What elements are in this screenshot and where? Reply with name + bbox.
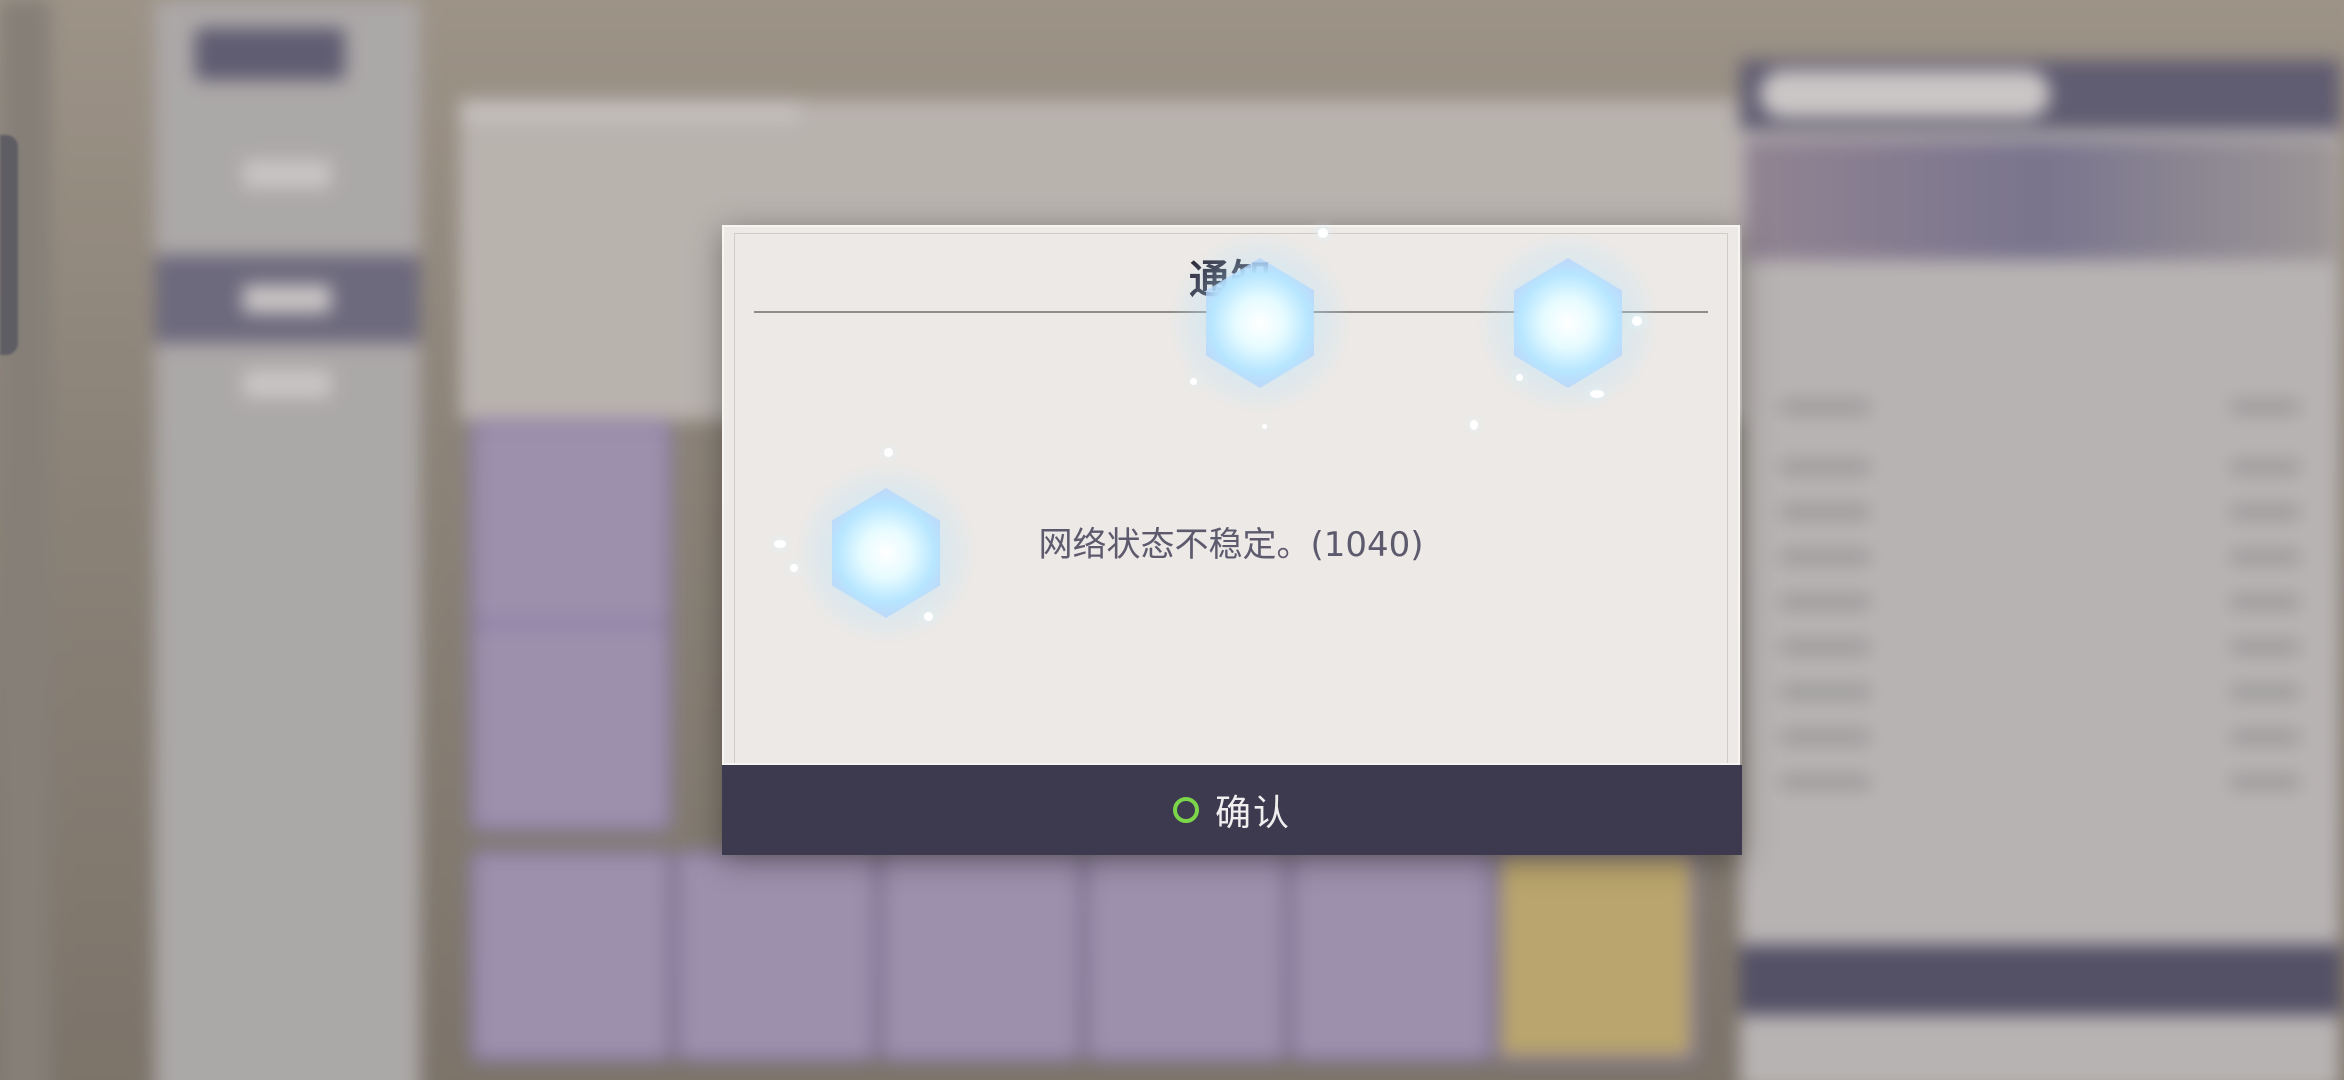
confirm-label: 确认	[1214, 793, 1291, 834]
crystal-icon	[1170, 228, 1350, 418]
sparkle	[790, 564, 798, 572]
sparkle	[884, 448, 893, 457]
sparkle	[1470, 420, 1478, 430]
sparkle	[774, 540, 786, 548]
sparkle	[1190, 378, 1197, 385]
sparkle	[1590, 390, 1604, 398]
crystal-icon	[1478, 228, 1658, 418]
sparkle	[1318, 228, 1328, 238]
sparkle	[1262, 424, 1267, 429]
confirm-button[interactable]: 确认	[722, 765, 1742, 855]
sparkle	[1632, 316, 1642, 326]
sparkle	[1516, 374, 1523, 381]
circle-icon	[1172, 797, 1199, 823]
sparkle	[924, 612, 933, 621]
crystal-icon	[796, 458, 976, 648]
game-screen: 通知 网络状态不稳定。(1040) 确认	[0, 0, 2344, 1080]
